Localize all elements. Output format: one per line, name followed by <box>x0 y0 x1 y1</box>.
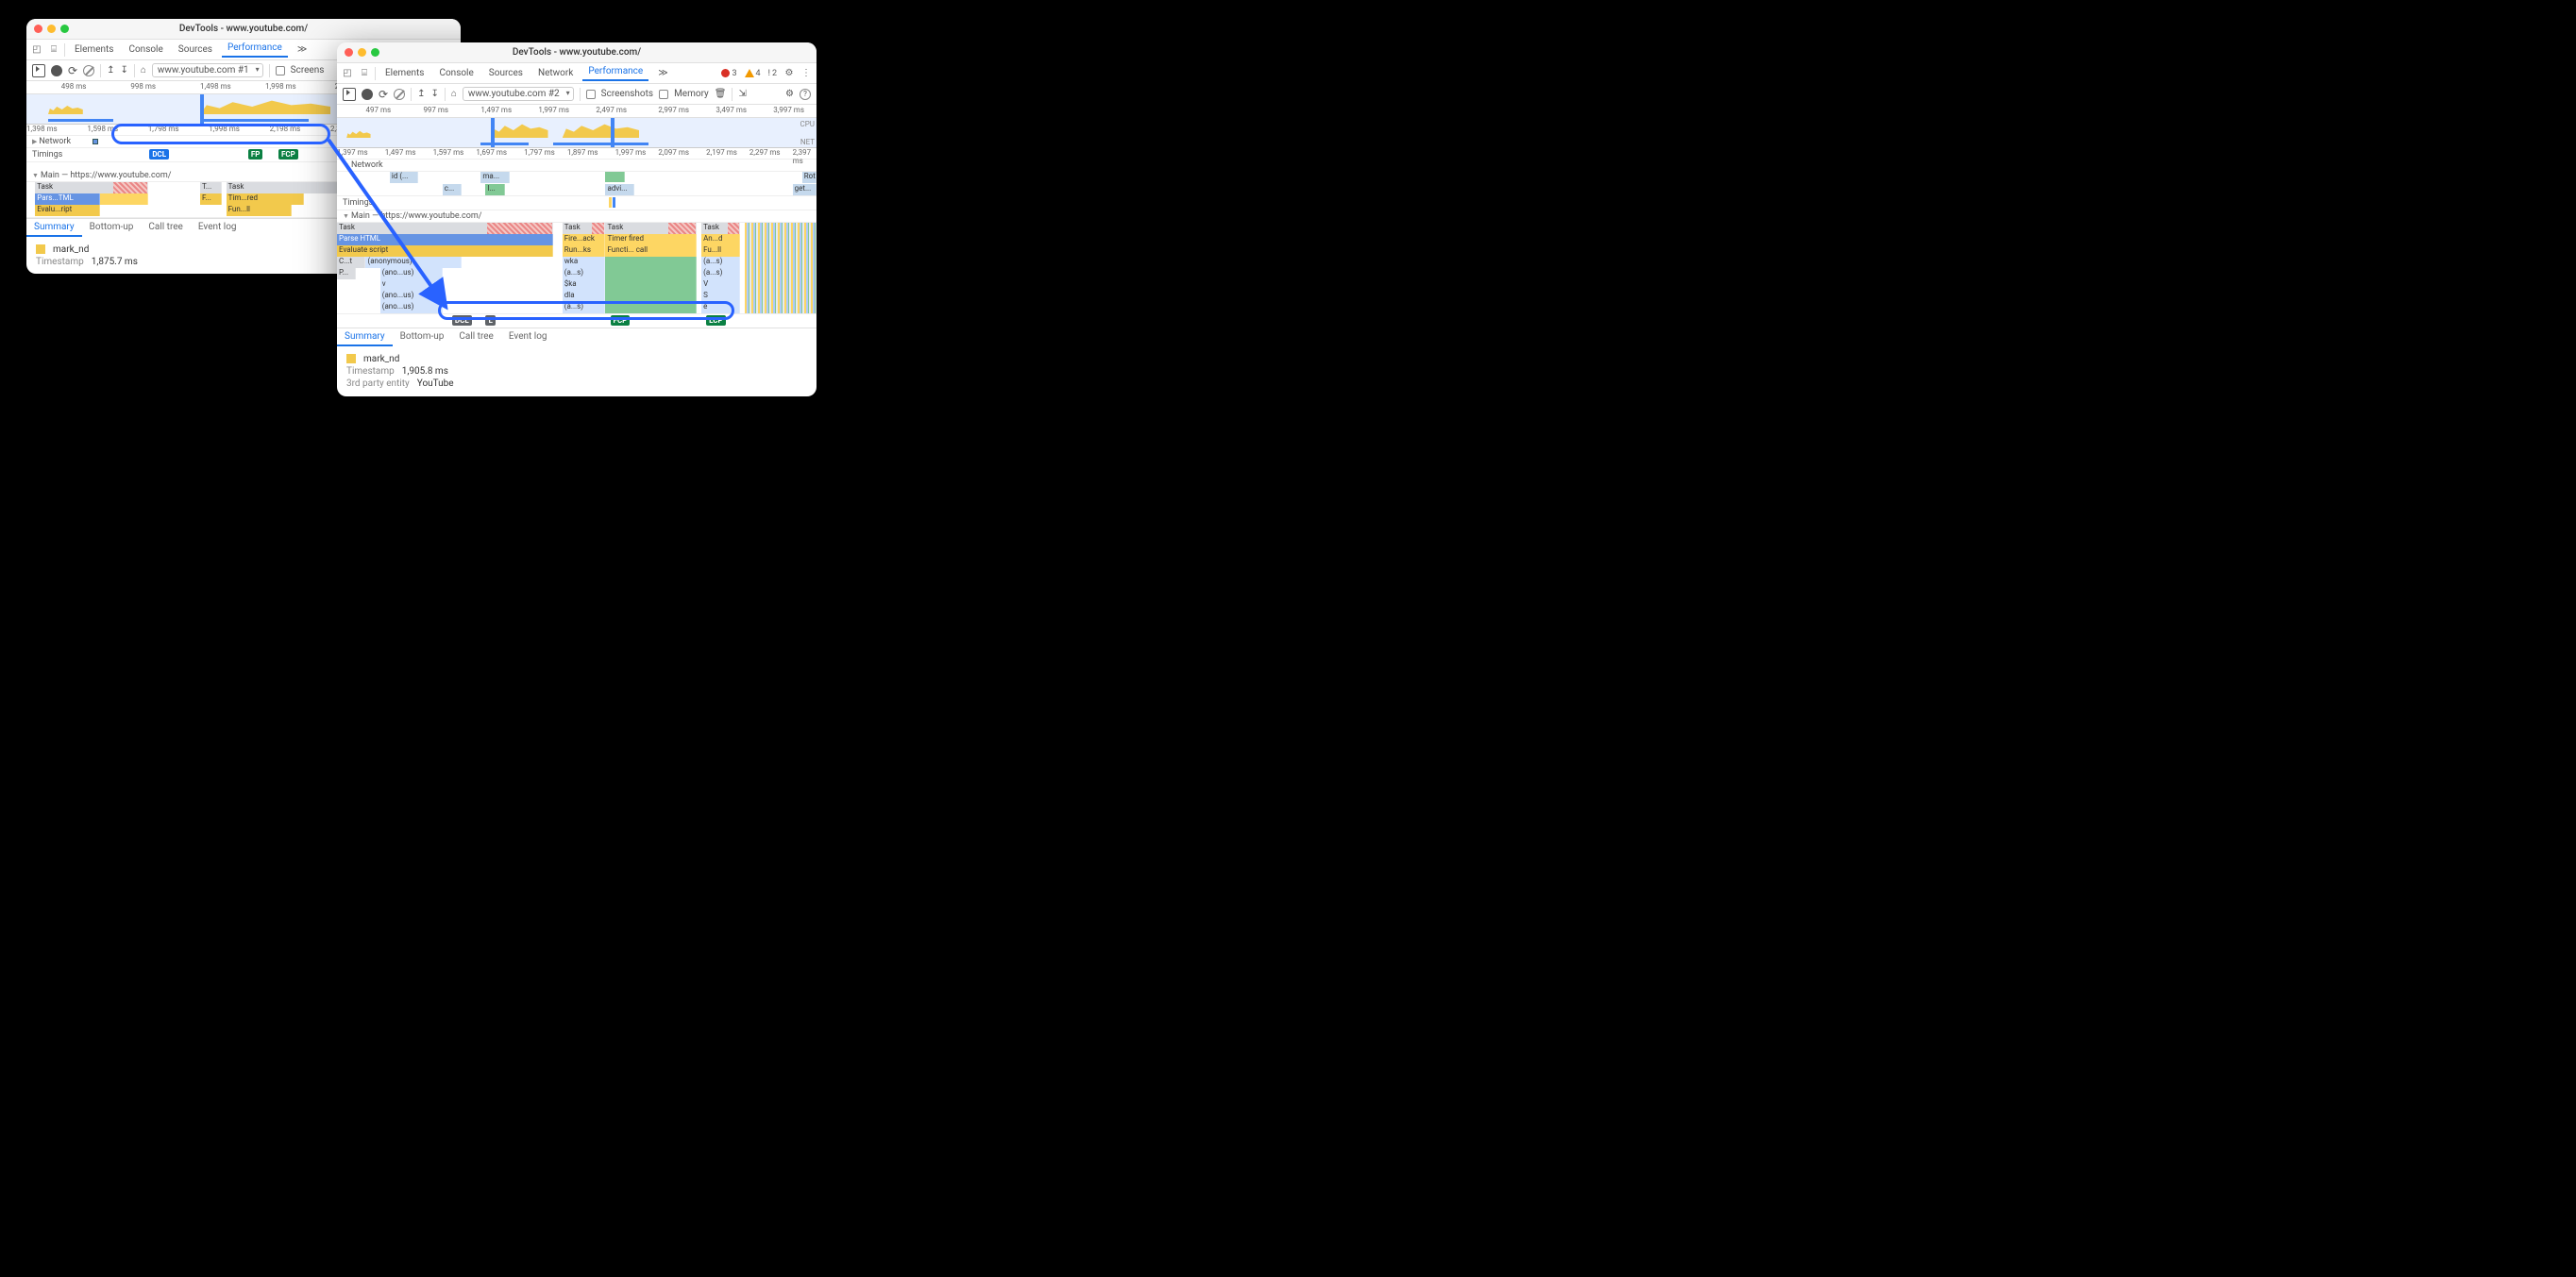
perf-toolbar: ⟳ ↥ ↧ ⌂ www.youtube.com #2 Screenshots M… <box>337 84 817 105</box>
timing-fp[interactable]: FP <box>248 149 263 160</box>
summary-panel: mark_nd Timestamp1,905.8 ms 3rd party en… <box>337 346 817 396</box>
issue-count[interactable]: !2 <box>766 69 779 78</box>
timing-l[interactable]: L <box>485 315 495 326</box>
download-icon[interactable]: ↧ <box>430 89 438 99</box>
tab-network[interactable]: Network <box>532 68 579 78</box>
home-icon[interactable]: ⌂ <box>141 65 146 76</box>
garbage-icon[interactable]: 🗑 <box>715 89 727 99</box>
tab-elements[interactable]: Elements <box>379 68 429 78</box>
upload-icon[interactable]: ↥ <box>417 89 425 99</box>
timing-fcp[interactable]: FCP <box>611 315 631 326</box>
tab-sources[interactable]: Sources <box>483 68 529 78</box>
tab-bottom-up[interactable]: Bottom-up <box>393 328 452 346</box>
shortcuts-icon[interactable]: ⇲ <box>738 89 746 99</box>
timing-dcl[interactable]: DCL <box>149 149 169 160</box>
home-icon[interactable]: ⌂ <box>451 89 457 99</box>
maximize-icon[interactable] <box>371 48 379 57</box>
record-page-load-icon[interactable] <box>32 64 45 77</box>
record-icon[interactable] <box>362 89 373 100</box>
details-tabs: Summary Bottom-up Call tree Event log <box>337 328 817 346</box>
tab-event-log[interactable]: Event log <box>501 328 555 346</box>
window-title: DevTools - www.youtube.com/ <box>337 47 817 58</box>
settings-icon[interactable]: ⚙ <box>783 67 796 80</box>
tab-elements[interactable]: Elements <box>69 44 119 55</box>
capture-settings-icon[interactable]: ⚙ <box>785 89 794 99</box>
inspect-icon[interactable]: ◰ <box>341 67 354 80</box>
screenshots-label: Screenshots <box>601 89 653 99</box>
flame-chart[interactable]: Task Parse HTML Evaluate script C...t (a… <box>337 223 817 313</box>
tab-event-log[interactable]: Event log <box>191 219 244 237</box>
warning-count[interactable]: 4 <box>743 69 763 78</box>
titlebar[interactable]: DevTools - www.youtube.com/ <box>337 42 817 63</box>
tab-summary[interactable]: Summary <box>26 219 82 237</box>
range-handle-left[interactable] <box>491 118 495 147</box>
recording-select[interactable]: www.youtube.com #2 <box>463 87 574 101</box>
clear-icon[interactable] <box>83 65 94 76</box>
devtools-window-2: DevTools - www.youtube.com/ ◰ ⌸ Elements… <box>337 42 817 396</box>
traffic-lights[interactable] <box>345 48 379 57</box>
titlebar[interactable]: DevTools - www.youtube.com/ <box>26 19 461 40</box>
screenshots-label: Screens <box>291 65 325 76</box>
error-count[interactable]: 3 <box>719 69 738 78</box>
download-icon[interactable]: ↧ <box>120 65 127 76</box>
tab-call-tree[interactable]: Call tree <box>451 328 500 346</box>
color-swatch <box>346 354 356 363</box>
tab-call-tree[interactable]: Call tree <box>141 219 190 237</box>
screenshots-checkbox[interactable] <box>586 90 596 99</box>
memory-checkbox[interactable] <box>659 90 668 99</box>
upload-icon[interactable]: ↥ <box>107 65 114 76</box>
network-track-header[interactable]: ▼Network <box>337 160 817 172</box>
clear-icon[interactable] <box>394 89 405 100</box>
reload-icon[interactable]: ⟳ <box>379 88 388 101</box>
traffic-lights[interactable] <box>34 25 69 33</box>
maximize-icon[interactable] <box>60 25 69 33</box>
close-icon[interactable] <box>34 25 42 33</box>
timing-lcp[interactable]: LCP <box>706 315 725 326</box>
overview[interactable]: CPU NET <box>337 118 817 148</box>
timings-overlay: DCL L FCP LCP <box>337 313 817 328</box>
overview-ruler[interactable]: 497 ms 997 ms 1,497 ms 1,997 ms 2,497 ms… <box>337 105 817 118</box>
record-icon[interactable] <box>51 65 62 76</box>
network-track[interactable]: id (... ma... Rot c... l... advi... get.… <box>337 172 817 196</box>
tab-console[interactable]: Console <box>123 44 168 55</box>
more-icon[interactable]: ⋮ <box>800 67 813 80</box>
timing-fcp[interactable]: FCP <box>278 149 298 160</box>
tabs-overflow[interactable]: ≫ <box>652 68 673 78</box>
timings-track[interactable]: Timings <box>337 196 817 210</box>
inspect-icon[interactable]: ◰ <box>30 43 43 57</box>
main-track-header[interactable]: ▼Main — https://www.youtube.com/ <box>337 210 817 223</box>
color-swatch <box>36 244 45 254</box>
tab-performance[interactable]: Performance <box>222 42 288 58</box>
screenshots-checkbox[interactable] <box>276 66 285 76</box>
tabs-overflow[interactable]: ≫ <box>292 44 312 55</box>
tab-console[interactable]: Console <box>433 68 479 78</box>
memory-label: Memory <box>674 89 709 99</box>
range-handle-right[interactable] <box>611 118 615 147</box>
window-title: DevTools - www.youtube.com/ <box>26 24 461 34</box>
recording-select[interactable]: www.youtube.com #1 <box>152 63 263 77</box>
device-icon[interactable]: ⌸ <box>47 43 60 57</box>
device-icon[interactable]: ⌸ <box>358 67 371 80</box>
minimize-icon[interactable] <box>47 25 56 33</box>
detail-ruler[interactable]: 1,397 ms 1,497 ms 1,597 ms 1,697 ms 1,79… <box>337 148 817 160</box>
range-handle-left[interactable] <box>200 94 204 124</box>
tab-summary[interactable]: Summary <box>337 328 393 346</box>
help-icon[interactable]: ? <box>800 89 811 100</box>
minimize-icon[interactable] <box>358 48 366 57</box>
tab-bottom-up[interactable]: Bottom-up <box>82 219 142 237</box>
tab-performance[interactable]: Performance <box>582 66 648 81</box>
reload-icon[interactable]: ⟳ <box>68 64 77 77</box>
record-page-load-icon[interactable] <box>343 88 356 101</box>
close-icon[interactable] <box>345 48 353 57</box>
panel-tabs: ◰ ⌸ Elements Console Sources Network Per… <box>337 63 817 84</box>
timing-dcl[interactable]: DCL <box>452 315 472 326</box>
tab-sources[interactable]: Sources <box>173 44 218 55</box>
